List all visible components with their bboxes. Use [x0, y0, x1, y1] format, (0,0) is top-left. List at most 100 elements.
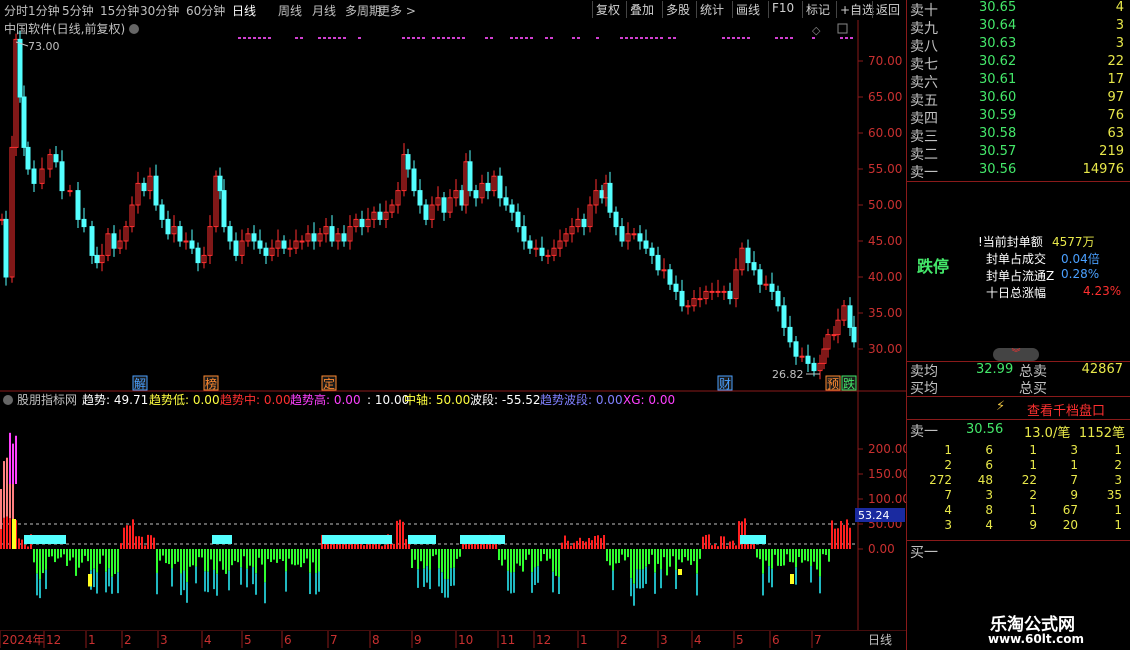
hist-bar	[705, 534, 707, 549]
hist-bar	[795, 549, 797, 568]
signal-dot	[742, 37, 745, 39]
hist-bar-deep	[633, 583, 635, 606]
candle-body	[0, 218, 5, 221]
hist-bar	[282, 549, 284, 561]
hist-bar	[171, 549, 173, 569]
period-0[interactable]: 分时	[4, 2, 28, 19]
trend-band	[322, 535, 392, 544]
hist-bar	[117, 549, 119, 573]
hist-bar	[393, 543, 395, 549]
toolbar-button-1[interactable]: 叠加	[626, 1, 657, 18]
seal-value: 4.23%	[1083, 284, 1122, 298]
hist-bar	[612, 549, 614, 571]
hist-bar-deep	[111, 576, 113, 594]
hist-bar	[726, 545, 728, 549]
hist-bar	[555, 549, 557, 576]
hist-bar	[450, 549, 452, 569]
hist-bar	[315, 549, 317, 574]
toolbar-button-3[interactable]: 统计	[696, 1, 727, 18]
period-6[interactable]: 日线	[232, 2, 256, 19]
signal-dot	[790, 37, 793, 39]
hist-bar	[582, 541, 584, 549]
hist-bar	[273, 549, 275, 560]
period-3[interactable]: 15分钟	[100, 2, 139, 19]
trend-band	[212, 535, 232, 544]
event-marker: 榜	[203, 375, 219, 391]
candle-body	[217, 175, 223, 192]
candle-body	[311, 233, 317, 242]
candle-body	[287, 247, 293, 250]
candle-body	[423, 204, 429, 220]
ask-label: 卖二	[910, 147, 938, 163]
queue-cell: 1	[1029, 443, 1037, 457]
price-chart[interactable]: 70.00 65.00 60.00 55.00 50.00 45.00 40.00 35.00…	[0, 20, 906, 412]
hist-bar-deep	[108, 568, 110, 587]
candle-body	[251, 233, 257, 242]
hist-bar	[768, 549, 770, 567]
hist-bar-deep	[96, 572, 98, 594]
hist-bar	[198, 549, 200, 558]
y-tick-label: 35.00	[868, 306, 902, 320]
period-9[interactable]: 多周期	[345, 2, 381, 19]
signal-dot	[520, 37, 523, 39]
period-4[interactable]: 30分钟	[140, 2, 179, 19]
hist-bar	[219, 549, 221, 562]
hist-bar	[615, 549, 617, 564]
toolbar-button-6[interactable]: 标记	[802, 1, 833, 18]
indicator-name: 股朋指标网	[17, 392, 77, 407]
hist-bar	[429, 549, 431, 570]
hist-bar	[672, 549, 674, 557]
candle-body	[679, 290, 685, 307]
y-tick-label: 70.00	[868, 54, 902, 68]
signal-spike	[88, 574, 92, 587]
toolbar-button-2[interactable]: 多股	[662, 1, 693, 18]
candle-body	[221, 190, 227, 228]
hist-bar-deep	[207, 571, 209, 593]
hist-bar-deep	[636, 569, 638, 589]
hist-bar	[774, 549, 776, 555]
period-2[interactable]: 5分钟	[62, 2, 94, 19]
axis-label: 8	[372, 633, 380, 647]
candle-body	[75, 190, 81, 220]
axis-label: 3	[660, 633, 668, 647]
toolbar-button-0[interactable]: 复权	[592, 1, 623, 18]
toolbar-button-4[interactable]: 画线	[732, 1, 763, 18]
candle-body	[67, 190, 73, 193]
hist-bar	[42, 549, 44, 574]
hist-bar	[291, 549, 293, 565]
toolbar-button-5[interactable]: F10	[768, 1, 797, 18]
period-10[interactable]: 更多 >	[378, 2, 416, 19]
hist-bar	[66, 549, 68, 566]
period-8[interactable]: 月线	[312, 2, 336, 19]
hist-bar	[822, 549, 824, 555]
toolbar-button-8[interactable]: 返回	[872, 1, 903, 18]
period-7[interactable]: 周线	[278, 2, 302, 19]
candle-body	[685, 305, 691, 308]
hist-bar	[27, 546, 29, 549]
hist-bar	[174, 549, 176, 564]
hist-bar	[567, 540, 569, 549]
toolbar-button-7[interactable]: +自选	[836, 1, 877, 18]
hist-bar	[438, 549, 440, 569]
view-thousand-button[interactable]: 查看千档盘口	[1027, 400, 1105, 419]
candle-body	[637, 233, 643, 242]
candle-body	[763, 283, 769, 286]
candle-body	[521, 226, 527, 242]
queue-cell: 1	[1029, 458, 1037, 472]
hist-bar	[783, 549, 785, 566]
candle-body	[485, 182, 491, 192]
hist-bar	[84, 549, 86, 556]
event-marker-text: 跌	[843, 376, 855, 391]
watermark: 乐淘公式网 www.60lt.com	[960, 606, 1130, 650]
period-5[interactable]: 60分钟	[186, 2, 225, 19]
hist-bar-deep	[513, 572, 515, 593]
collapse-icon[interactable]: ︾	[993, 348, 1039, 361]
hist-bar	[156, 549, 158, 573]
candle-body	[141, 182, 147, 192]
candle-body	[233, 240, 239, 256]
indicator-chart[interactable]: 股朋指标网 趋势: 49.71 趋势低: 0.00 趋势中: 0.00 趋势高: 0.0…	[0, 391, 906, 630]
hist-bar-peak	[12, 443, 14, 484]
period-1[interactable]: 1分钟	[28, 2, 60, 19]
hist-bar	[0, 529, 2, 549]
queue-cell: 6	[985, 458, 993, 472]
